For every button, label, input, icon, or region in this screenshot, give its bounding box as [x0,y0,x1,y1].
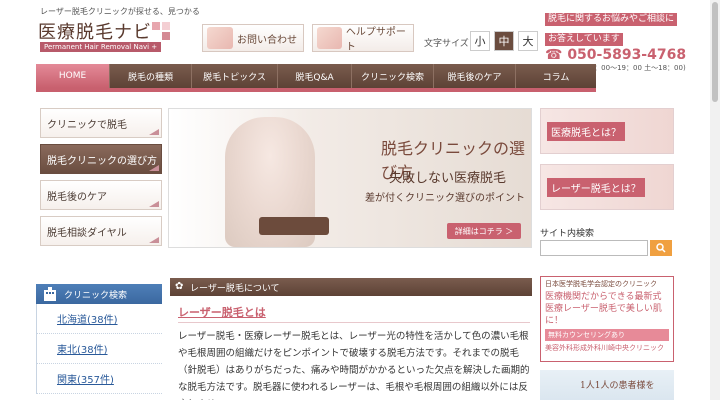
phone-number-text: 050-5893-4768 [567,47,687,63]
ad-counseling-badge: 無料カウンセリングあり [545,329,669,341]
help-support-button[interactable]: ヘルプサポート [312,24,414,53]
phone-lead-1: 脱毛に関するお悩みやご相談に [545,13,678,26]
hero-banner[interactable]: 脱毛クリニックの選び方 失敗しない医療脱毛 差が付くクリニック選びのポイント 詳… [168,108,532,248]
nav-item-home[interactable]: HOME [36,64,110,88]
section-header: ✿ レーザー脱毛について [170,278,532,296]
site-tagline: レーザー脱毛クリニックが探せる、見つかる [40,7,200,16]
site-search-label: サイト内検索 [540,229,595,239]
clinic-region-list: 北海道(38件) 東北(38件) 関東(357件) [36,304,162,394]
site-search-button[interactable] [650,240,672,256]
ad-headline: 医療機関だからできる最新式医療レーザー脱毛で美しい肌に！ [545,292,662,326]
logo-flower-icon [152,22,170,40]
hero-details-button[interactable]: 詳細はコチラ ＞ [447,223,521,239]
font-size-label: 文字サイズ [424,39,469,49]
hero-subtitle-2: 差が付くクリニック選びのポイント [365,193,525,204]
site-logo[interactable]: 医療脱毛ナビ [38,18,152,44]
nav-item-clinic-search[interactable]: クリニック検索 [352,64,434,88]
support-icon [317,27,342,49]
search-icon [656,243,666,253]
nav-item-topics[interactable]: 脱毛トピックス [192,64,278,88]
font-size-large-button[interactable]: 大 [518,31,538,51]
region-link-hokkaido[interactable]: 北海道(38件) [37,304,162,334]
nav-item-column[interactable]: コラム [516,64,596,88]
clinic-search-title: クリニック検索 [64,290,128,301]
phone-contact-box: 脱毛に関するお悩みやご相談に お答えしています ☎ 050-5893-4768 … [545,6,705,72]
banner-laser-hair-removal[interactable]: レーザー脱毛とは？ [540,164,674,210]
flower-icon: ✿ [175,281,184,292]
left-menu-aftercare[interactable]: 脱毛後のケア [40,180,162,210]
building-icon [44,287,56,301]
logo-subtitle: Permanent Hair Removal Navi + [40,42,162,52]
help-label: ヘルプサポート [345,27,406,53]
page: レーザー脱毛クリニックが探せる、見つかる 医療脱毛ナビ Permanent Ha… [0,0,720,400]
banner-laser-label: レーザー脱毛とは？ [547,177,645,197]
left-menu-how-to-choose[interactable]: 脱毛クリニックの選び方 [40,144,162,174]
envelope-icon [207,27,233,49]
font-size-medium-button[interactable]: 中 [494,31,514,51]
patient-ad-banner[interactable]: 1人1人の患者様を [540,370,674,400]
banner-medical-label: 医療脱毛とは？ [547,121,625,141]
divider [178,322,530,323]
hero-subtitle-1: 失敗しない医療脱毛 [389,171,507,186]
article-body: レーザー脱毛・医療レーザー脱毛とは、レーザー光の特性を活かして色の濃い毛根や毛根… [178,331,530,400]
article-title[interactable]: レーザー脱毛とは [178,304,266,320]
nav-item-aftercare[interactable]: 脱毛後のケア [434,64,516,88]
contact-label: お問い合わせ [237,34,297,46]
ad-certification: 日本医学脱毛学会認定のクリニック [545,280,657,288]
banner-medical-hair-removal[interactable]: 医療脱毛とは？ [540,108,674,154]
contact-button[interactable]: お問い合わせ [202,24,304,52]
nav-item-qa[interactable]: 脱毛Q&A [278,64,352,88]
phone-number[interactable]: ☎ 050-5893-4768 [545,47,705,63]
clinic-ad-banner[interactable]: 日本医学脱毛学会認定のクリニック 医療機関だからできる最新式医療レーザー脱毛で美… [540,276,674,362]
left-menu: クリニックで脱毛 脱毛クリニックの選び方 脱毛後のケア 脱毛相談ダイヤル [40,108,162,252]
site-search-input[interactable] [540,240,648,256]
left-menu-consult-dial[interactable]: 脱毛相談ダイヤル [40,216,162,246]
phone-lead-2: お答えしています [545,33,623,46]
hero-tray-image [259,217,329,235]
region-link-tohoku[interactable]: 東北(38件) [37,334,162,364]
region-link-kanto[interactable]: 関東(357件) [37,364,162,394]
global-nav: HOME 脱毛の種類 脱毛トピックス 脱毛Q&A クリニック検索 脱毛後のケア … [36,64,596,88]
font-size-small-button[interactable]: 小 [470,31,490,51]
clinic-search-header: クリニック検索 [36,284,162,304]
nav-item-types[interactable]: 脱毛の種類 [110,64,192,88]
ad-clinic-name: 美容外科形成外科川崎中央クリニック [545,344,664,352]
left-menu-clinic-hair-removal[interactable]: クリニックで脱毛 [40,108,162,138]
nav-underline [36,88,596,92]
section-header-text: レーザー脱毛について [190,283,280,294]
scrollbar-thumb[interactable] [712,2,718,102]
